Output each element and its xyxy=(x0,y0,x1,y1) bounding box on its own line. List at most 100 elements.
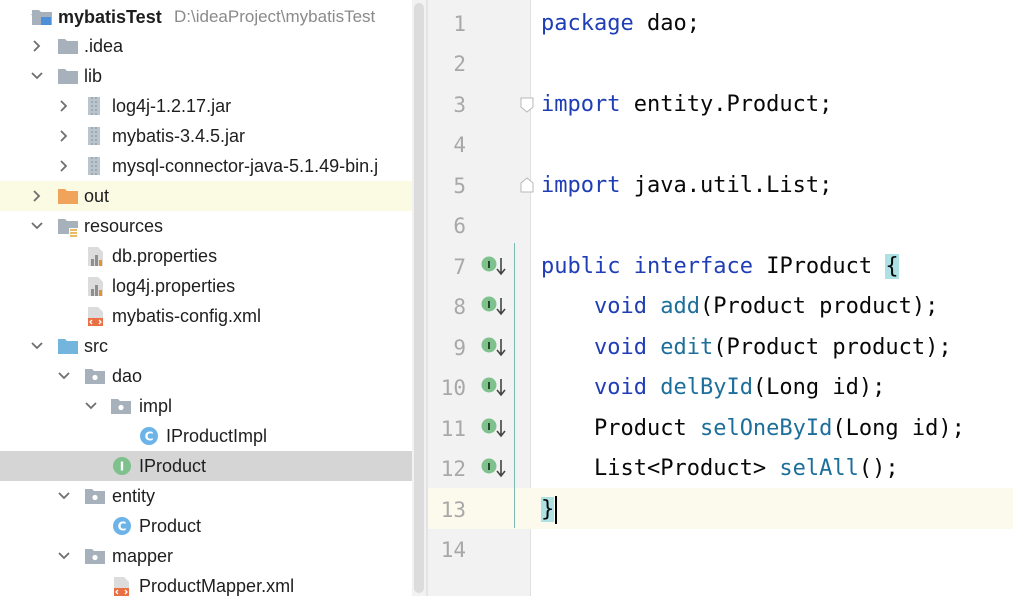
implemented-marker-icon[interactable]: I xyxy=(480,414,508,442)
line-number: 7 xyxy=(453,255,466,279)
project-folder-icon xyxy=(31,2,55,32)
tree-item-label: mybatis-3.4.5.jar xyxy=(112,126,246,146)
code-line-12[interactable]: List<Product> selAll(); xyxy=(541,449,899,489)
line-number: 2 xyxy=(453,52,466,76)
tree-item-src[interactable]: src xyxy=(0,331,412,361)
tree-item-ProductMapper-xml[interactable]: ProductMapper.xml xyxy=(0,571,412,596)
fold-marker-icon[interactable] xyxy=(520,177,534,193)
tree-item-label: ProductMapper.xml xyxy=(139,576,295,596)
tree-item-out[interactable]: out xyxy=(0,181,412,211)
keyword: public xyxy=(541,254,621,279)
jar-icon xyxy=(86,91,110,121)
package-icon xyxy=(84,361,108,391)
tree-item-label: log4j.properties xyxy=(112,276,236,296)
impl-letter: I xyxy=(487,341,491,352)
method-name: selAll xyxy=(779,456,859,481)
tree-item-label: mapper xyxy=(112,546,174,566)
class-icon: C xyxy=(112,511,136,541)
implemented-marker-icon[interactable]: I xyxy=(480,292,508,320)
tree-item-entity[interactable]: entity xyxy=(0,481,412,511)
code-line-13[interactable]: } xyxy=(541,490,558,530)
resources-folder-icon xyxy=(57,211,81,241)
tree-item-dao[interactable]: dao xyxy=(0,361,412,391)
line-number: 6 xyxy=(453,214,466,238)
fold-marker-icon[interactable] xyxy=(520,97,534,113)
chevron-right-icon[interactable] xyxy=(30,181,46,211)
tree-item-log4j-properties[interactable]: log4j.properties xyxy=(0,271,412,301)
tree-item-mysql-jar[interactable]: mysql-connector-java-5.1.49-bin.j xyxy=(0,151,412,181)
tree-item-IProductImpl[interactable]: C IProductImpl xyxy=(0,421,412,451)
project-path: D:\ideaProject\mybatisTest xyxy=(174,7,376,26)
tree-item-label: .idea xyxy=(84,36,124,56)
excluded-folder-icon xyxy=(57,181,81,211)
keyword: void xyxy=(593,335,647,360)
chevron-down-icon[interactable] xyxy=(30,211,46,241)
tree-item-Product[interactable]: C Product xyxy=(0,511,412,541)
method-name: edit xyxy=(660,335,714,360)
code-line-8[interactable]: void add(Product product); xyxy=(541,287,938,327)
code-text: entity.Product; xyxy=(620,92,833,117)
tree-item-impl[interactable]: impl xyxy=(0,391,412,421)
project-tree[interactable]: mybatisTest D:\ideaProject\mybatisTest .… xyxy=(0,0,412,596)
line-number: 14 xyxy=(440,538,466,562)
code-line-3[interactable]: import entity.Product; xyxy=(541,85,832,125)
code-line-11[interactable]: Product selOneById(Long id); xyxy=(541,409,965,449)
code-line-9[interactable]: void edit(Product product); xyxy=(541,328,952,368)
line-number: 13 xyxy=(440,498,466,522)
implemented-marker-icon[interactable]: I xyxy=(480,333,508,361)
code-text: java.util.List; xyxy=(620,173,833,198)
tree-item-resources[interactable]: resources xyxy=(0,211,412,241)
svg-text:C: C xyxy=(145,430,154,444)
tree-item-db-properties[interactable]: db.properties xyxy=(0,241,412,271)
line-number: 9 xyxy=(453,336,466,360)
tree-item-label: IProductImpl xyxy=(166,426,268,446)
source-folder-icon xyxy=(57,331,81,361)
text-caret xyxy=(555,496,558,524)
chevron-down-icon[interactable] xyxy=(57,481,73,511)
code-line-10[interactable]: void delById(Long id); xyxy=(541,368,885,408)
implemented-marker-icon[interactable]: I xyxy=(480,373,508,401)
tree-item-lib[interactable]: lib xyxy=(0,61,412,91)
chevron-down-icon[interactable] xyxy=(30,331,46,361)
tree-item-label: db.properties xyxy=(112,246,218,266)
tree-scrollbar-thumb[interactable] xyxy=(414,3,424,593)
tree-item-mybatisTest[interactable]: mybatisTest D:\ideaProject\mybatisTest xyxy=(0,2,412,32)
chevron-right-icon[interactable] xyxy=(57,151,73,181)
implemented-marker-icon[interactable]: I xyxy=(480,454,508,482)
interface-icon: I xyxy=(112,451,136,481)
code-text: (Product product); xyxy=(699,294,939,319)
chevron-right-icon[interactable] xyxy=(57,121,73,151)
chevron-down-icon[interactable] xyxy=(84,391,100,421)
tree-item-label: dao xyxy=(112,366,143,386)
code-text: (Long id); xyxy=(832,416,965,441)
chevron-right-icon[interactable] xyxy=(57,91,73,121)
tree-item-mybatis-jar[interactable]: mybatis-3.4.5.jar xyxy=(0,121,412,151)
implemented-marker-icon[interactable]: I xyxy=(480,252,508,280)
svg-text:C: C xyxy=(118,520,127,534)
code-line-5[interactable]: import java.util.List; xyxy=(541,166,832,206)
properties-file-icon xyxy=(86,241,110,271)
chevron-down-icon[interactable] xyxy=(30,61,46,91)
package-icon xyxy=(110,391,134,421)
impl-letter: I xyxy=(487,381,491,392)
fold-indent-guide xyxy=(514,243,515,528)
xml-file-icon xyxy=(112,571,136,596)
impl-letter: I xyxy=(487,462,491,473)
tree-item-log4j-jar[interactable]: log4j-1.2.17.jar xyxy=(0,91,412,121)
keyword: void xyxy=(593,375,647,400)
chevron-down-icon[interactable] xyxy=(57,361,73,391)
tree-item-IProduct[interactable]: I IProduct xyxy=(0,451,412,481)
tree-item-idea[interactable]: .idea xyxy=(0,31,412,61)
tree-item-label: resources xyxy=(84,216,164,236)
line-number: 10 xyxy=(440,376,466,400)
code-line-7[interactable]: public interface IProduct { xyxy=(541,247,899,287)
code-line-1[interactable]: package dao; xyxy=(541,4,700,44)
tree-item-mapper[interactable]: mapper xyxy=(0,541,412,571)
tree-item-mybatis-config-xml[interactable]: mybatis-config.xml xyxy=(0,301,412,331)
method-name: add xyxy=(660,294,700,319)
tree-item-label: Product xyxy=(139,516,202,536)
line-number: 3 xyxy=(453,93,466,117)
chevron-down-icon[interactable] xyxy=(57,541,73,571)
method-name: delById xyxy=(660,375,753,400)
chevron-right-icon[interactable] xyxy=(30,31,46,61)
